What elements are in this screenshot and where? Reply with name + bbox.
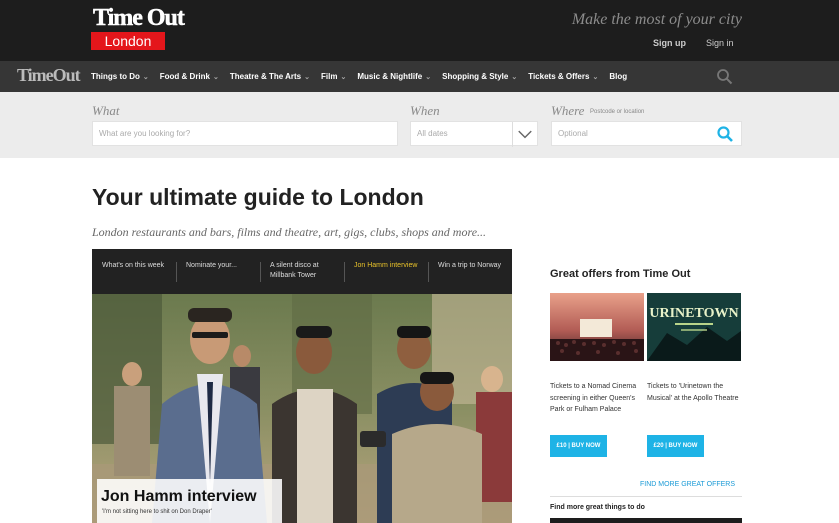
urinetown-poster-text: URINETOWN	[649, 306, 738, 321]
search-panel: What When Where Postcode or location Wha…	[0, 92, 839, 158]
page-title: Your ultimate guide to London	[92, 184, 424, 210]
chevron-down-icon: ⌄	[340, 74, 347, 81]
main-nav: TimeOut Things to Do ⌄ Food & Drink ⌄ Thea…	[0, 61, 839, 92]
buy-now-button-nomad[interactable]: £10 | BUY NOW	[550, 435, 607, 457]
what-input[interactable]: What are you looking for?	[92, 121, 398, 146]
sign-in-link[interactable]: Sign in	[706, 38, 734, 48]
tagline: Make the most of your city	[571, 11, 742, 28]
chevron-down-icon: ⌄	[212, 74, 219, 81]
buy-now-button-urinetown[interactable]: £20 | BUY NOW	[647, 435, 704, 457]
offer-text-urinetown[interactable]: Tickets to 'Urinetown the Musical' at th…	[647, 381, 741, 404]
search-icon[interactable]	[716, 125, 734, 143]
nav-logo[interactable]: TimeOut	[17, 65, 81, 86]
chevron-down-icon: ⌄	[304, 74, 311, 81]
chevron-down-icon: ⌄	[511, 74, 518, 81]
feature-caption-subtitle: 'I'm not sitting here to shit on Don Dra…	[102, 509, 212, 515]
offers-title: Great offers from Time Out	[550, 268, 691, 280]
nav-items: Things to Do ⌄ Food & Drink ⌄ Theatre & Th…	[91, 61, 627, 92]
offer-text-nomad[interactable]: Tickets to a Nomad Cinema screening in e…	[550, 381, 644, 416]
nav-item-film[interactable]: Film ⌄	[321, 72, 346, 81]
timeout-logo[interactable]: Time Out	[93, 5, 185, 32]
carousel-tabs: What's on this week Nominate your... A s…	[92, 249, 512, 294]
find-more-strip	[550, 518, 742, 523]
where-input[interactable]: Optional	[551, 121, 742, 146]
where-label: Where	[551, 103, 585, 118]
carousel-tab-nominate[interactable]: Nominate your...	[176, 249, 260, 294]
search-icon[interactable]	[716, 68, 733, 85]
carousel-tab-norway[interactable]: Win a trip to Norway	[428, 249, 512, 294]
chevron-down-icon[interactable]	[512, 122, 537, 147]
top-bar: Time Out London Make the most of your ci…	[0, 0, 839, 61]
carousel-tab-whats-on[interactable]: What's on this week	[92, 249, 176, 294]
nav-item-theatre-arts[interactable]: Theatre & The Arts ⌄	[230, 72, 310, 81]
carousel-tab-jon-hamm[interactable]: Jon Hamm interview	[344, 249, 428, 294]
divider	[550, 496, 742, 497]
city-badge[interactable]: London	[91, 32, 165, 50]
sign-up-link[interactable]: Sign up	[653, 38, 686, 48]
nav-item-blog[interactable]: Blog	[609, 72, 627, 81]
chevron-down-icon: ⌄	[142, 74, 149, 81]
nav-item-things-to-do[interactable]: Things to Do ⌄	[91, 72, 149, 81]
carousel-tab-silent-disco[interactable]: A silent disco at Millbank Tower	[260, 249, 344, 294]
more-offers-link[interactable]: FIND MORE GREAT OFFERS	[640, 481, 735, 488]
find-more-heading: Find more great things to do	[550, 504, 645, 511]
what-label: What	[92, 103, 120, 118]
nav-item-tickets-offers[interactable]: Tickets & Offers ⌄	[528, 72, 598, 81]
chevron-down-icon: ⌄	[425, 74, 432, 81]
offer-image-nomad-cinema[interactable]	[550, 293, 644, 361]
when-label: When	[410, 103, 440, 118]
feature-caption-title[interactable]: Jon Hamm interview	[101, 488, 257, 506]
nav-item-shopping-style[interactable]: Shopping & Style ⌄	[442, 72, 517, 81]
page-subtitle: London restaurants and bars, films and t…	[92, 225, 487, 239]
nav-item-food-drink[interactable]: Food & Drink ⌄	[160, 72, 219, 81]
offer-image-urinetown[interactable]: URINETOWN	[647, 293, 741, 361]
nav-item-music-nightlife[interactable]: Music & Nightlife ⌄	[357, 72, 431, 81]
where-sublabel: Postcode or location	[590, 109, 645, 115]
chevron-down-icon: ⌄	[592, 74, 599, 81]
